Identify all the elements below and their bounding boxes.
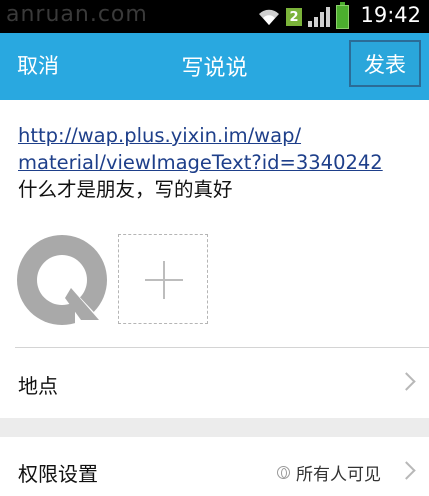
permission-value-text: 所有人可见: [296, 465, 381, 485]
wifi-icon: [259, 9, 279, 25]
battery-icon: [336, 2, 349, 29]
shared-link-line-2[interactable]: material/viewImageText?id=3340242: [18, 149, 418, 176]
publish-button[interactable]: 发表: [349, 40, 421, 87]
section-separator: [0, 418, 429, 437]
status-bar: anruan.com 2 19:42: [0, 0, 429, 33]
permission-value: 所有人可见: [277, 460, 381, 485]
permission-settings-row[interactable]: 权限设置 所有人可见: [0, 437, 429, 496]
location-row[interactable]: 地点: [0, 348, 429, 418]
compose-text-area[interactable]: http://wap.plus.yixin.im/wap/ material/v…: [18, 122, 418, 203]
plus-icon-bar: [145, 279, 183, 281]
visibility-icon: [277, 466, 290, 479]
shared-link-line-1[interactable]: http://wap.plus.yixin.im/wap/: [18, 122, 418, 149]
status-time: 19:42: [360, 3, 421, 27]
attached-image-thumbnail[interactable]: [15, 234, 110, 326]
post-text: 什么才是朋友，写的真好: [18, 178, 233, 201]
location-label: 地点: [18, 374, 58, 398]
add-image-button[interactable]: [118, 234, 208, 324]
watermark: anruan.com: [6, 2, 148, 27]
chevron-right-icon: [397, 372, 416, 391]
notification-badge: 2: [286, 8, 302, 26]
permission-label: 权限设置: [18, 462, 98, 486]
chevron-right-icon: [397, 461, 416, 480]
status-icons: 2: [257, 6, 333, 28]
title-bar: 取消 写说说 发表: [0, 33, 429, 100]
signal-icon: [308, 7, 330, 27]
